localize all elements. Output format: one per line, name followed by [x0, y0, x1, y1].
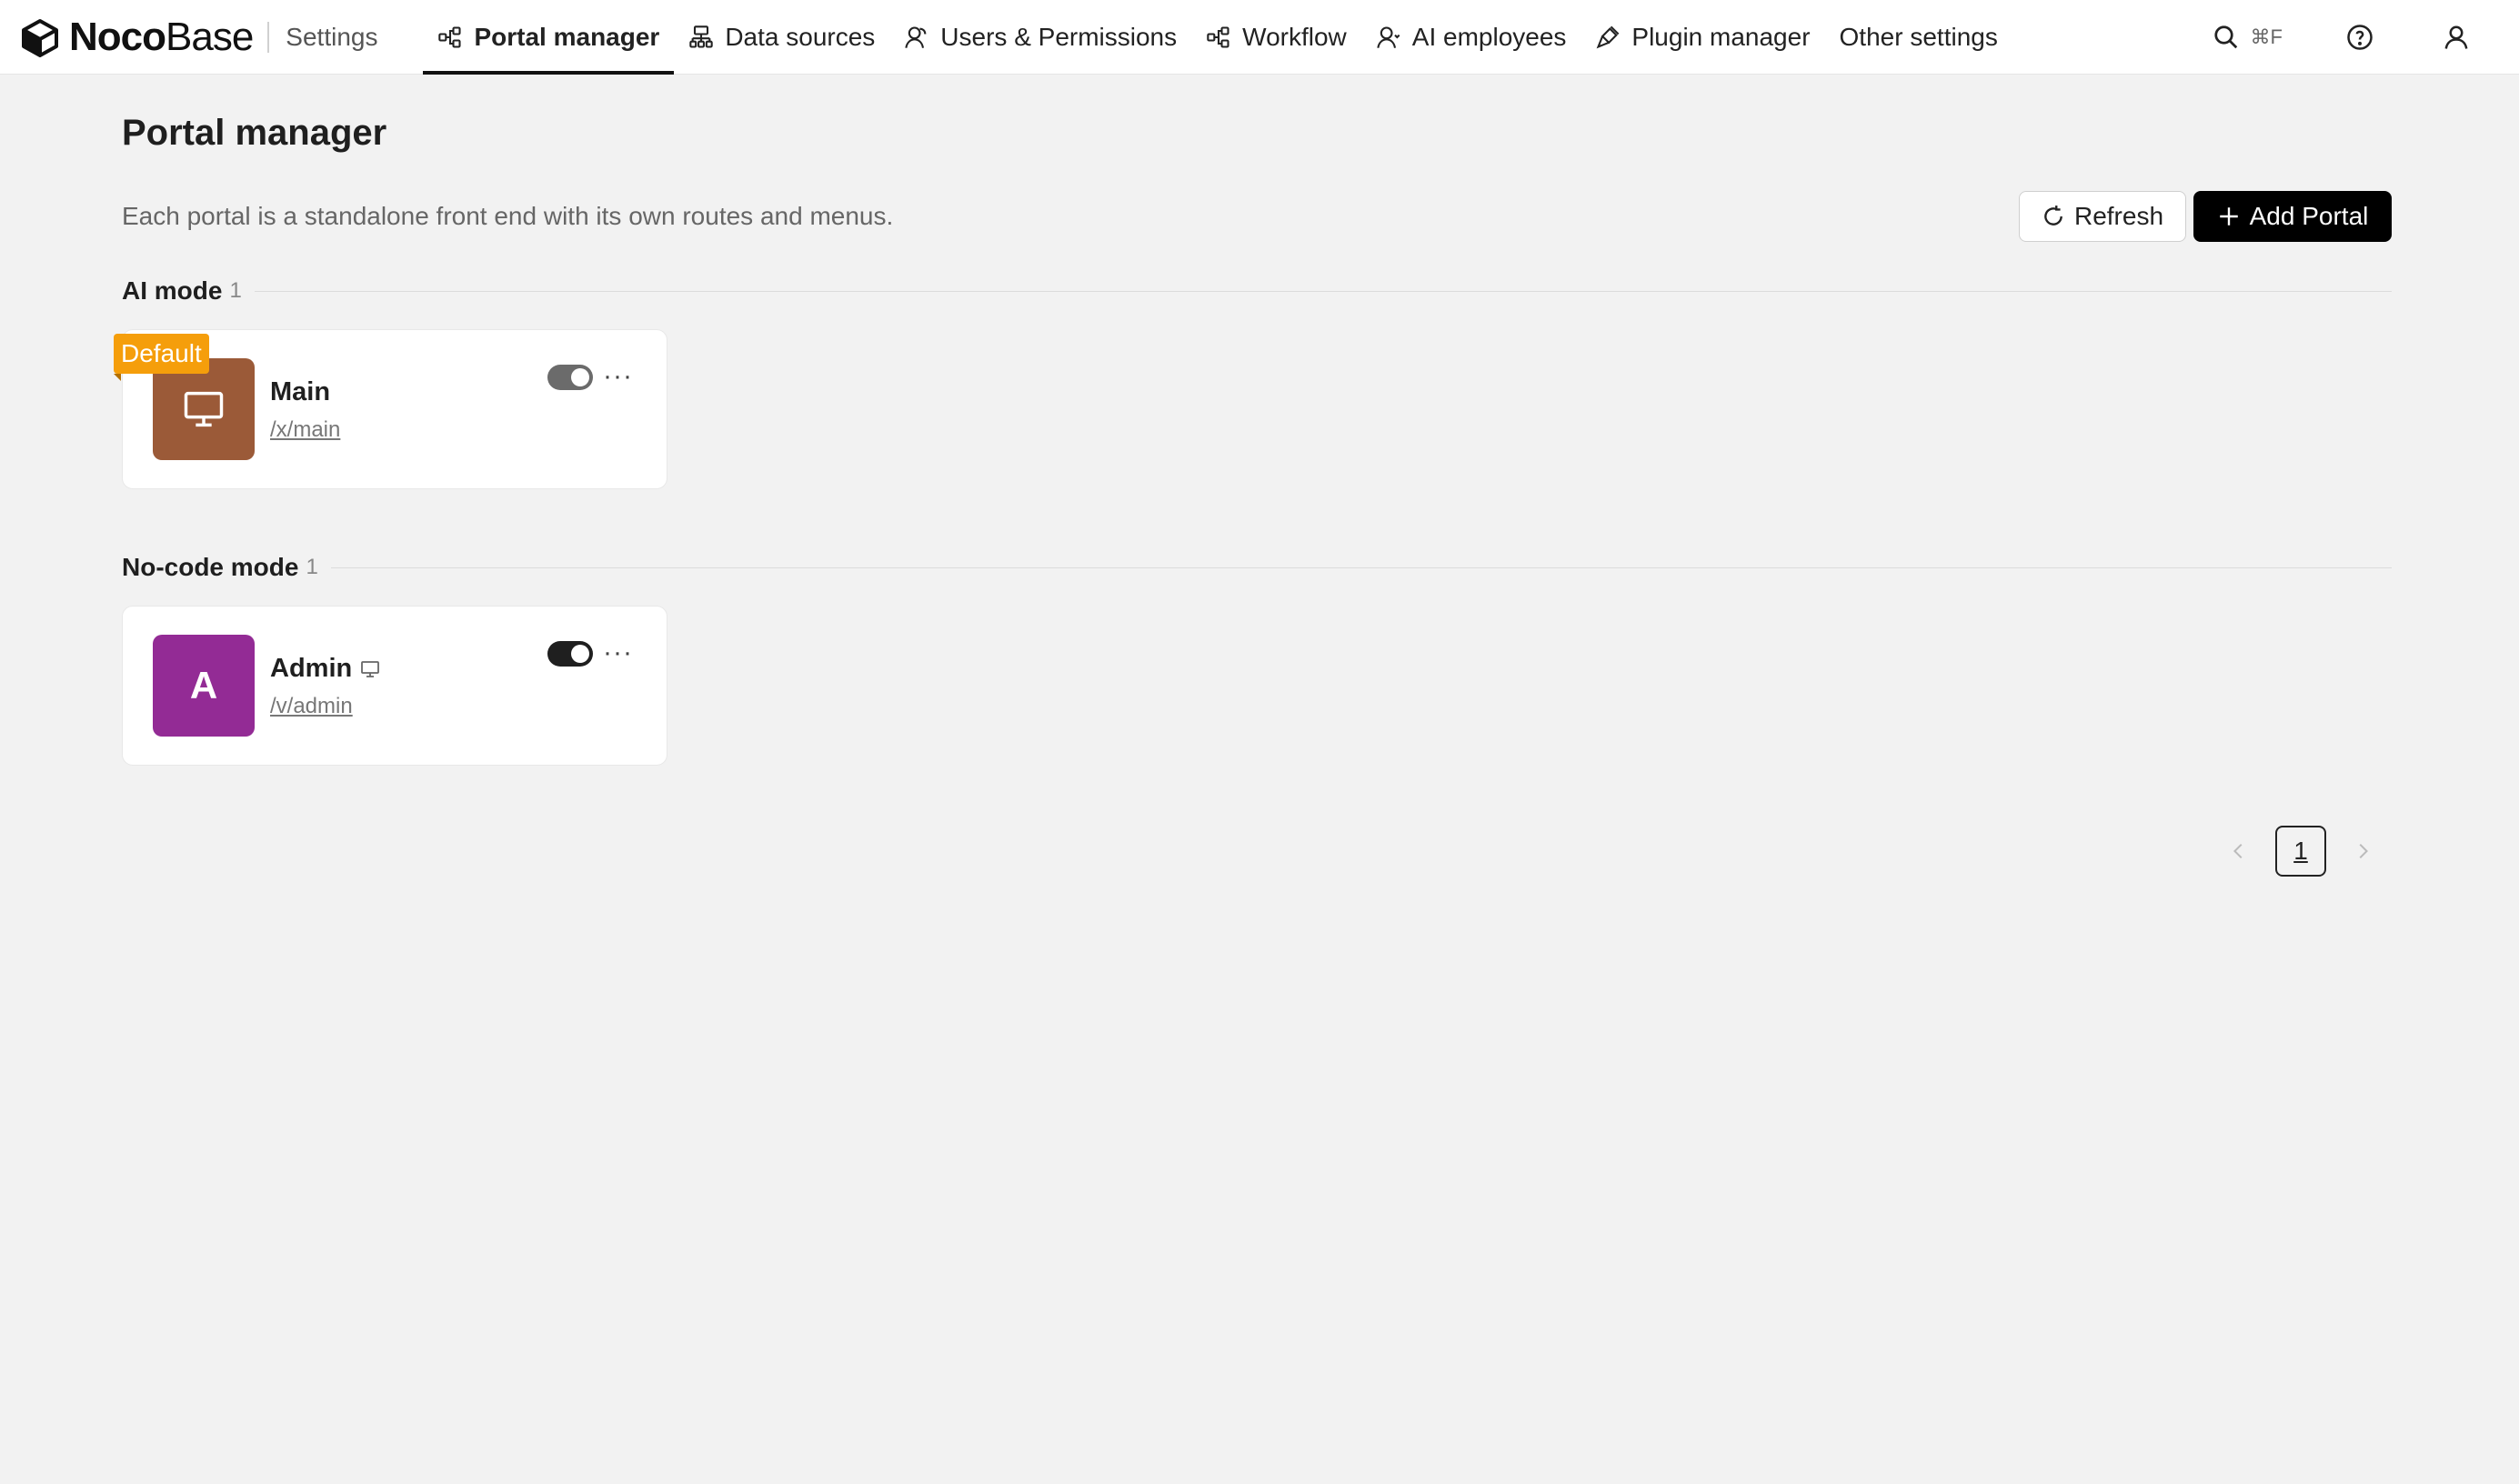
refresh-button[interactable]: Refresh	[2019, 191, 2186, 242]
ai-employee-icon	[1377, 25, 1400, 48]
user-menu-button[interactable]	[2414, 0, 2519, 75]
portal-name-text: Admin	[270, 654, 353, 683]
tab-data-sources[interactable]: Data sources	[674, 0, 889, 75]
pagination: 1	[2221, 826, 2381, 877]
portal-path-link[interactable]: /x/main	[270, 417, 340, 443]
desktop-icon	[184, 391, 224, 427]
portal-name: Admin	[270, 654, 381, 684]
page-title: Portal manager	[122, 113, 387, 153]
next-page-button[interactable]	[2344, 826, 2381, 877]
chevron-left-icon	[2233, 843, 2243, 859]
tab-plugin-manager[interactable]: Plugin manager	[1581, 0, 1824, 75]
tab-other-settings[interactable]: Other settings	[1825, 0, 2012, 75]
portal-avatar: A	[153, 635, 255, 737]
refresh-label: Refresh	[2073, 202, 2164, 230]
toggle-knob	[571, 368, 589, 386]
toggle-knob	[571, 645, 589, 663]
more-actions-button[interactable]: ···	[603, 361, 633, 392]
brand-section-label: Settings	[286, 22, 378, 51]
section-divider	[254, 290, 2392, 292]
add-portal-label: Add Portal	[2249, 202, 2369, 230]
settings-nav: Portal manager Data sources Users & Perm…	[423, 0, 2012, 75]
tab-portal-manager[interactable]: Portal manager	[423, 0, 675, 75]
chevron-right-icon	[2359, 843, 2369, 859]
tab-label: Data sources	[725, 22, 876, 51]
search-shortcut: ⌘F	[2250, 25, 2283, 48]
top-bar: Noco Base Settings Portal manager Data s…	[0, 0, 2519, 75]
portal-name: Main	[270, 377, 330, 407]
brand[interactable]: Noco Base Settings	[0, 0, 377, 75]
nocobase-logo-icon	[22, 18, 58, 57]
help-button[interactable]	[2337, 0, 2414, 75]
page-description: Each portal is a standalone front end wi…	[122, 202, 894, 230]
default-badge: Default	[114, 334, 209, 374]
tab-workflow[interactable]: Workflow	[1191, 0, 1361, 75]
tab-label: Plugin manager	[1631, 22, 1811, 51]
user-icon	[2444, 25, 2468, 49]
portal-enabled-toggle[interactable]	[547, 365, 593, 390]
desktop-icon	[361, 660, 380, 677]
search-icon	[2213, 25, 2237, 49]
section-header-no-code-mode: No-code mode 1	[122, 549, 2392, 586]
tab-label: Workflow	[1242, 22, 1347, 51]
portal-enabled-toggle[interactable]	[547, 641, 593, 667]
help-icon	[2347, 25, 2373, 50]
portal-icon	[438, 25, 462, 48]
tab-label: Other settings	[1839, 22, 1998, 51]
portal-card-main[interactable]: Default Main /x/main ···	[114, 329, 667, 489]
users-icon	[905, 25, 927, 48]
plus-icon	[2219, 207, 2238, 226]
data-sources-icon	[689, 25, 714, 48]
workflow-icon	[1207, 25, 1229, 48]
tab-label: AI employees	[1411, 22, 1567, 51]
badge-fold	[114, 374, 121, 381]
tab-label: Users & Permissions	[940, 22, 1178, 51]
brand-divider	[267, 21, 270, 53]
prev-page-button[interactable]	[2221, 826, 2257, 877]
add-portal-button[interactable]: Add Portal	[2193, 191, 2392, 242]
tab-ai-employees[interactable]: AI employees	[1361, 0, 1581, 75]
portal-card-admin[interactable]: A Admin /v/admin ···	[122, 606, 667, 766]
portal-name-text: Main	[270, 377, 331, 406]
tab-users-permissions[interactable]: Users & Permissions	[889, 0, 1191, 75]
tab-label: Portal manager	[474, 22, 660, 51]
right-tools: ⌘F	[2194, 0, 2519, 75]
search-button[interactable]: ⌘F	[2194, 0, 2337, 75]
plugin-icon	[1597, 25, 1620, 48]
section-count: 1	[306, 555, 318, 579]
section-title: No-code mode	[122, 553, 299, 581]
brand-name-bold: Noco	[69, 14, 166, 59]
brand-name-light: Base	[166, 14, 254, 59]
portal-path-link[interactable]: /v/admin	[270, 694, 353, 719]
page-number-button[interactable]: 1	[2275, 826, 2326, 877]
section-count: 1	[229, 278, 242, 303]
more-actions-button[interactable]: ···	[603, 637, 633, 668]
section-header-ai-mode: AI mode 1	[122, 273, 2392, 309]
section-divider	[330, 567, 2392, 568]
section-title: AI mode	[122, 276, 223, 305]
refresh-icon	[2044, 206, 2062, 226]
